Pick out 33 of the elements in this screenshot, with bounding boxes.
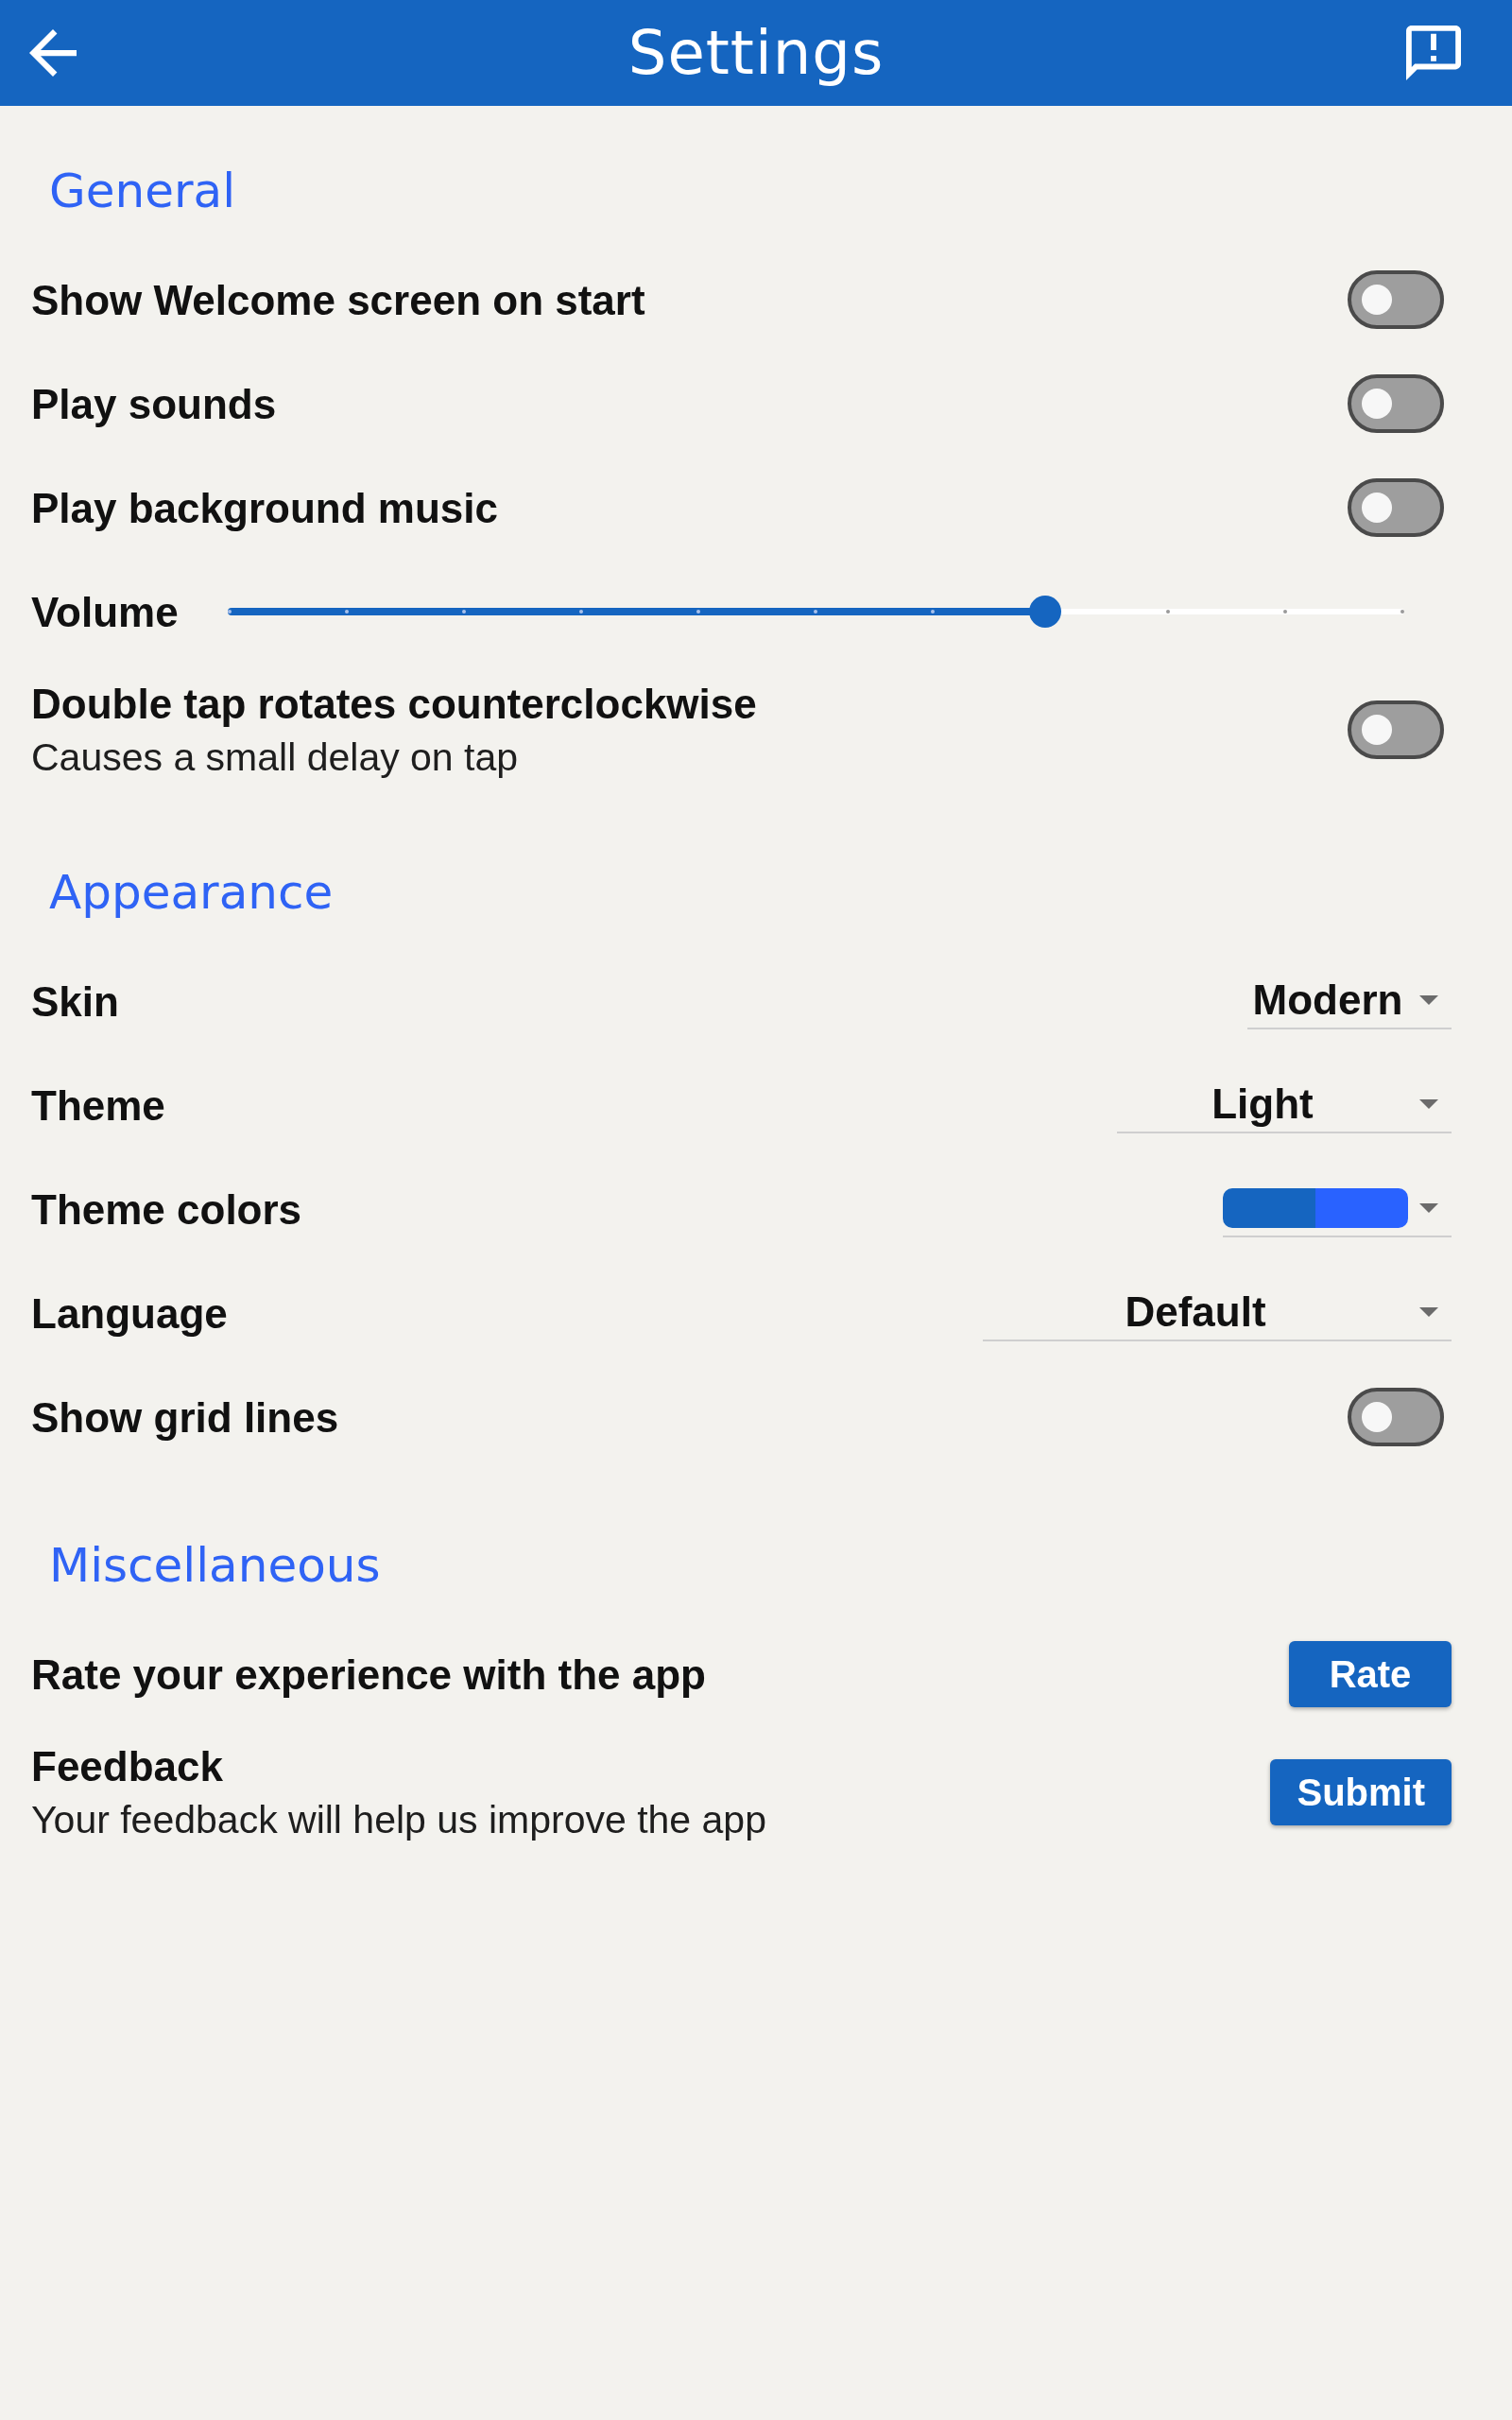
setting-label: Show Welcome screen on start — [31, 275, 646, 325]
caret-icon — [1419, 995, 1438, 1005]
arrow-left-icon — [29, 29, 77, 77]
caret-icon — [1419, 1099, 1438, 1109]
speech-bubble-icon — [1406, 26, 1461, 80]
setting-label: Rate your experience with the app — [31, 1650, 707, 1700]
slider-thumb[interactable] — [1028, 596, 1061, 628]
setting-label: Theme colors — [31, 1184, 303, 1235]
section-title: General — [49, 167, 236, 215]
action-button[interactable]: Rate — [1289, 1641, 1452, 1707]
feedback-button[interactable] — [1406, 26, 1461, 80]
setting-label: Skin — [31, 977, 120, 1027]
dropdown[interactable]: Default — [983, 1285, 1452, 1341]
caret-icon — [1419, 1307, 1438, 1317]
back-button[interactable] — [28, 28, 77, 78]
toggle-switch[interactable] — [1348, 700, 1444, 759]
setting-label: Feedback — [31, 1741, 224, 1791]
setting-label: Theme — [31, 1080, 166, 1131]
volume-slider[interactable] — [227, 596, 1404, 628]
action-button[interactable]: Submit — [1270, 1759, 1452, 1825]
dropdown[interactable]: Light — [1117, 1077, 1452, 1133]
section-title: Appearance — [49, 869, 334, 916]
caret-icon — [1419, 1203, 1438, 1213]
setting-label: Play background music — [31, 483, 499, 533]
setting-label: Show grid lines — [31, 1392, 340, 1443]
setting-description: Your feedback will help us improve the app — [31, 1796, 767, 1843]
setting-label: Play sounds — [31, 379, 278, 429]
setting-label: Double tap rotates counterclockwise — [31, 679, 758, 729]
setting-label: Language — [31, 1288, 229, 1339]
dropdown[interactable]: Modern — [1247, 973, 1452, 1029]
section-title: Miscellaneous — [49, 1542, 381, 1589]
setting-label: Volume — [31, 587, 179, 637]
setting-description: Causes a small delay on tap — [31, 734, 520, 781]
